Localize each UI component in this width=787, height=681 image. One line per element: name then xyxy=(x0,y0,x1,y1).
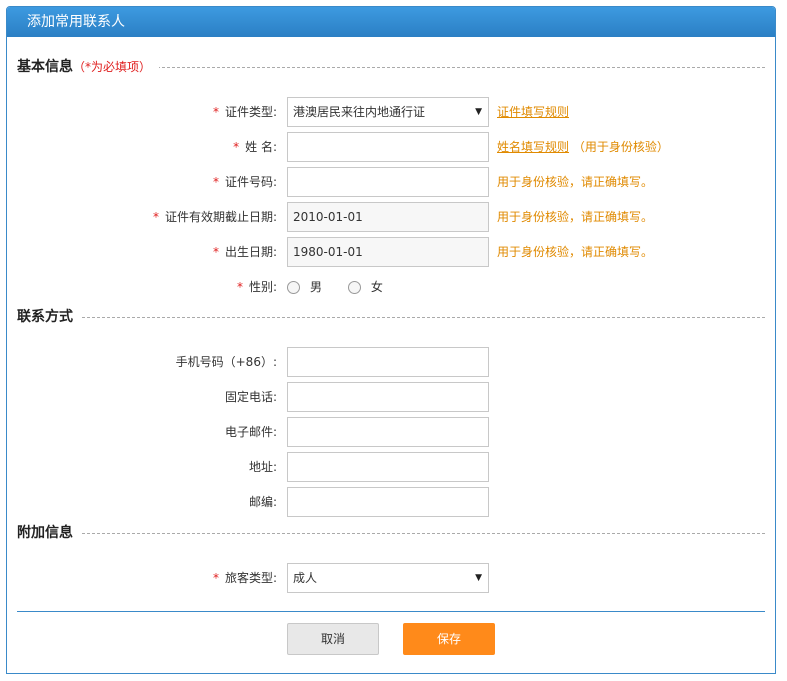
name-input[interactable] xyxy=(287,132,489,162)
birth-date-input[interactable]: 1980-01-01 xyxy=(287,237,489,267)
passenger-type-select[interactable]: 成人 xyxy=(287,563,489,593)
gender-male-radio[interactable] xyxy=(287,281,300,294)
section-title-basic: 基本信息 xyxy=(17,59,73,75)
id-number-input[interactable] xyxy=(287,167,489,197)
row-birth: * 出生日期: 1980-01-01 用于身份核验，请正确填写。 xyxy=(7,237,775,267)
row-id-number: * 证件号码: 用于身份核验，请正确填写。 xyxy=(7,167,775,197)
id-type-label: 证件类型: xyxy=(224,105,277,119)
birth-label: 出生日期: xyxy=(224,245,277,259)
section-title-extra: 附加信息 xyxy=(17,523,81,543)
dialog-title: 添加常用联系人 xyxy=(7,7,775,37)
zip-label: 邮编: xyxy=(248,495,277,509)
row-name: * 姓 名: 姓名填写规则 （用于身份核验） xyxy=(7,132,775,162)
required-hint: （*为必填项） xyxy=(73,60,152,74)
expiry-note: 用于身份核验，请正确填写。 xyxy=(497,210,654,224)
footer-divider xyxy=(17,611,765,612)
phone-label: 固定电话: xyxy=(224,390,277,404)
required-mark: * xyxy=(212,571,219,585)
phone-input[interactable] xyxy=(287,382,489,412)
address-label: 地址: xyxy=(248,460,277,474)
id-number-note: 用于身份核验，请正确填写。 xyxy=(497,175,654,189)
add-contact-dialog: 添加常用联系人 基本信息（*为必填项） * 证件类型: 港澳居民来往内地通行证 证… xyxy=(6,6,776,674)
section-divider xyxy=(17,317,765,318)
section-title-contact: 联系方式 xyxy=(17,307,81,327)
gender-male-label[interactable]: 男 xyxy=(310,280,322,294)
email-label: 电子邮件: xyxy=(224,425,277,439)
cancel-button[interactable]: 取消 xyxy=(287,623,379,655)
required-mark: * xyxy=(233,140,240,154)
gender-label: 性别: xyxy=(248,280,277,294)
required-mark: * xyxy=(152,210,159,224)
required-mark: * xyxy=(212,175,219,189)
required-mark: * xyxy=(236,280,243,294)
gender-female-radio[interactable] xyxy=(347,281,361,294)
required-mark: * xyxy=(212,245,219,259)
birth-note: 用于身份核验，请正确填写。 xyxy=(497,245,654,259)
gender-female-label[interactable]: 女 xyxy=(371,280,383,294)
zip-input[interactable] xyxy=(287,487,489,517)
section-extra: 附加信息 xyxy=(17,523,765,543)
row-mobile: 手机号码（+86）: xyxy=(7,347,775,377)
mobile-input[interactable] xyxy=(287,347,489,377)
email-input[interactable] xyxy=(287,417,489,447)
row-zip: 邮编: xyxy=(7,487,775,517)
name-label: 姓 名: xyxy=(245,140,277,154)
passenger-type-label: 旅客类型: xyxy=(224,571,277,585)
mobile-label: 手机号码（+86）: xyxy=(175,355,277,369)
id-rules-link[interactable]: 证件填写规则 xyxy=(497,105,569,119)
section-contact: 联系方式 xyxy=(17,307,765,327)
row-phone: 固定电话: xyxy=(7,382,775,412)
row-address: 地址: xyxy=(7,452,775,482)
address-input[interactable] xyxy=(287,452,489,482)
name-note: （用于身份核验） xyxy=(572,140,669,154)
expiry-label: 证件有效期截止日期: xyxy=(164,210,277,224)
name-rules-link[interactable]: 姓名填写规则 xyxy=(497,140,569,154)
row-gender: * 性别: 男 女 xyxy=(7,272,775,302)
row-id-type: * 证件类型: 港澳居民来往内地通行证 证件填写规则 xyxy=(7,97,775,127)
required-mark: * xyxy=(212,105,219,119)
row-expiry: * 证件有效期截止日期: 2010-01-01 用于身份核验，请正确填写。 xyxy=(7,202,775,232)
section-basic-info: 基本信息（*为必填项） xyxy=(17,57,765,77)
id-number-label: 证件号码: xyxy=(224,175,277,189)
id-type-select[interactable]: 港澳居民来往内地通行证 xyxy=(287,97,489,127)
expiry-date-input[interactable]: 2010-01-01 xyxy=(287,202,489,232)
row-passenger-type: * 旅客类型: 成人 xyxy=(7,563,775,593)
section-divider xyxy=(17,533,765,534)
row-email: 电子邮件: xyxy=(7,417,775,447)
save-button[interactable]: 保存 xyxy=(403,623,495,655)
